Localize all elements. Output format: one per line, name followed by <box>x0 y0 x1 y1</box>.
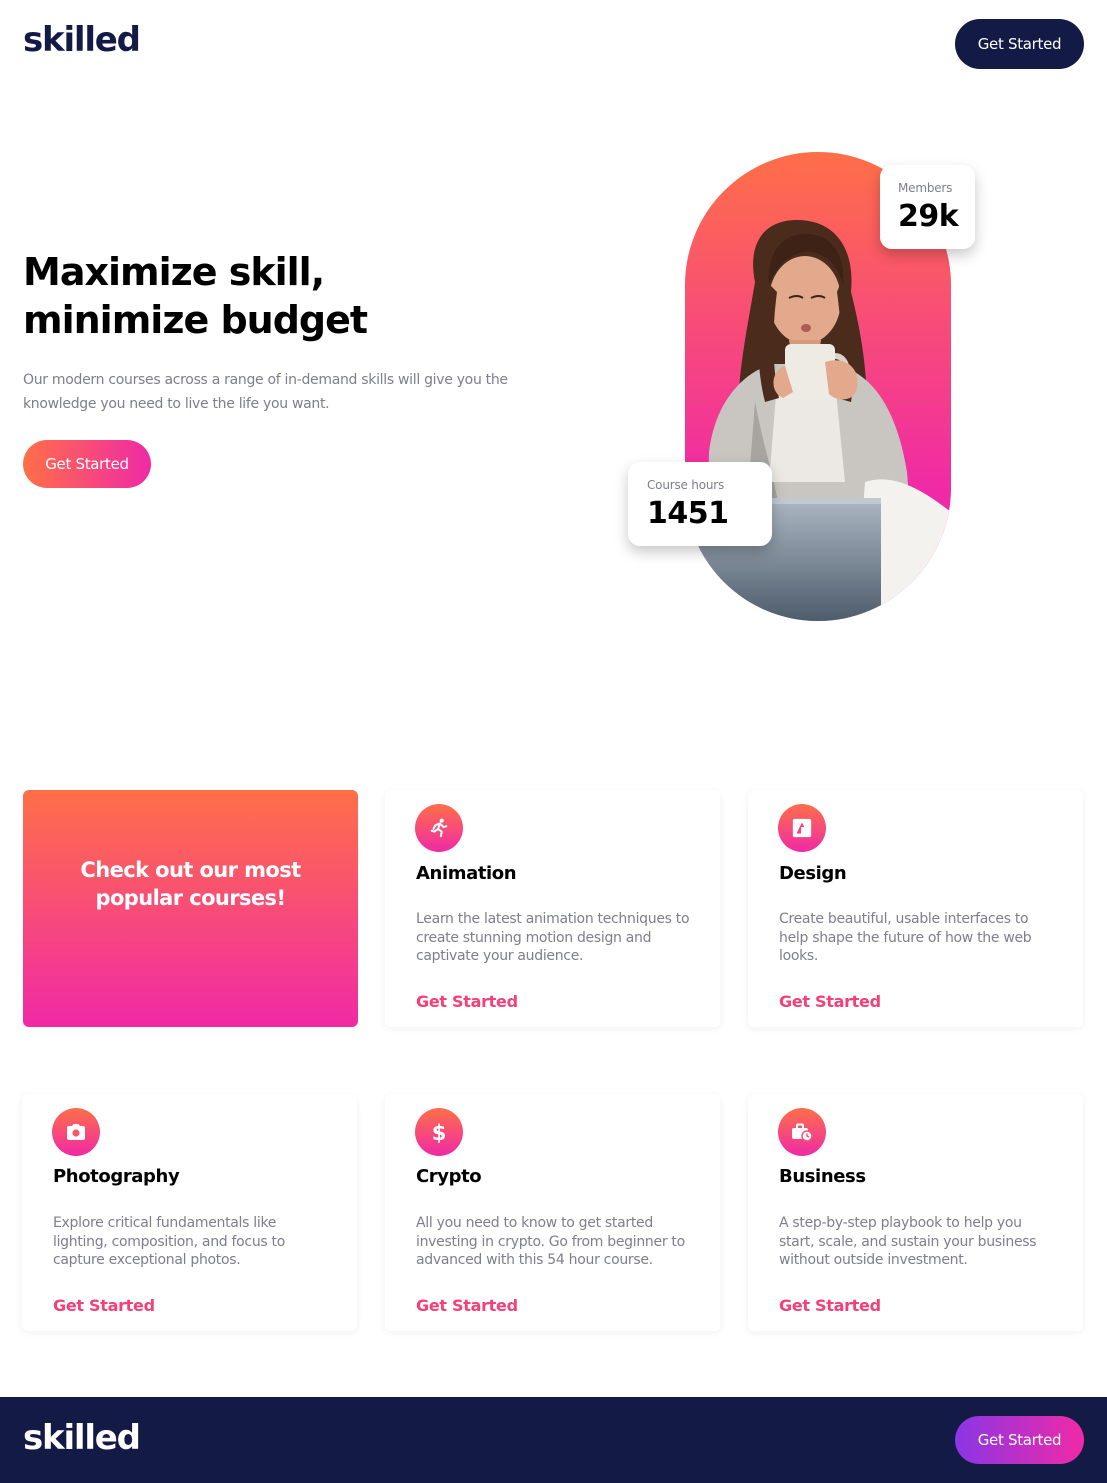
course-description: All you need to know to get started inve… <box>416 1215 685 1268</box>
course-hours-label: Course hours <box>647 478 725 492</box>
footer: skilled Get Started <box>0 1397 1107 1483</box>
popular-courses-heading: Check out our most popular courses! <box>80 858 301 910</box>
dollar-icon: $ <box>415 1108 463 1156</box>
running-person-icon <box>415 804 463 852</box>
members-value: 29k <box>898 199 959 234</box>
briefcase-clock-icon <box>778 1108 826 1156</box>
course-card-design: Design Create beautiful, usable interfac… <box>748 790 1083 1027</box>
camera-icon <box>52 1108 100 1156</box>
footer-logo[interactable]: skilled <box>23 1418 141 1458</box>
design-frame-icon <box>778 804 826 852</box>
course-title: Design <box>779 863 847 884</box>
course-title: Photography <box>53 1166 180 1187</box>
hero-get-started-button[interactable]: Get Started <box>23 440 151 488</box>
members-label: Members <box>898 181 953 195</box>
popular-courses-banner: Check out our most popular courses! <box>23 790 358 1027</box>
hero-title: Maximize skill, minimize budget <box>23 250 368 342</box>
course-get-started-link[interactable]: Get Started <box>53 1296 155 1315</box>
header-logo[interactable]: skilled <box>23 20 141 60</box>
course-title: Business <box>779 1166 866 1187</box>
hero-description: Our modern courses across a range of in-… <box>23 372 508 412</box>
course-card-animation: Animation Learn the latest animation tec… <box>385 790 720 1027</box>
course-title: Animation <box>416 863 517 884</box>
course-hours-value: 1451 <box>647 496 729 531</box>
course-get-started-link[interactable]: Get Started <box>416 992 518 1011</box>
members-stat-card: Members 29k <box>880 165 975 249</box>
course-get-started-link[interactable]: Get Started <box>779 992 881 1011</box>
footer-get-started-button[interactable]: Get Started <box>955 1416 1084 1464</box>
course-description: A step-by-step playbook to help you star… <box>779 1215 1037 1268</box>
course-description: Learn the latest animation techniques to… <box>416 911 690 964</box>
course-description: Create beautiful, usable interfaces to h… <box>779 911 1032 964</box>
course-hours-stat-card: Course hours 1451 <box>628 462 772 546</box>
course-get-started-link[interactable]: Get Started <box>779 1296 881 1315</box>
course-title: Crypto <box>416 1166 482 1187</box>
course-card-photography: Photography Explore critical fundamental… <box>22 1094 357 1331</box>
course-card-business: Business A step-by-step playbook to help… <box>748 1094 1083 1331</box>
header-get-started-button[interactable]: Get Started <box>955 19 1084 69</box>
svg-text:$: $ <box>432 1121 447 1144</box>
course-card-crypto: $ Crypto All you need to know to get sta… <box>385 1094 720 1331</box>
course-description: Explore critical fundamentals like light… <box>53 1215 285 1268</box>
course-get-started-link[interactable]: Get Started <box>416 1296 518 1315</box>
